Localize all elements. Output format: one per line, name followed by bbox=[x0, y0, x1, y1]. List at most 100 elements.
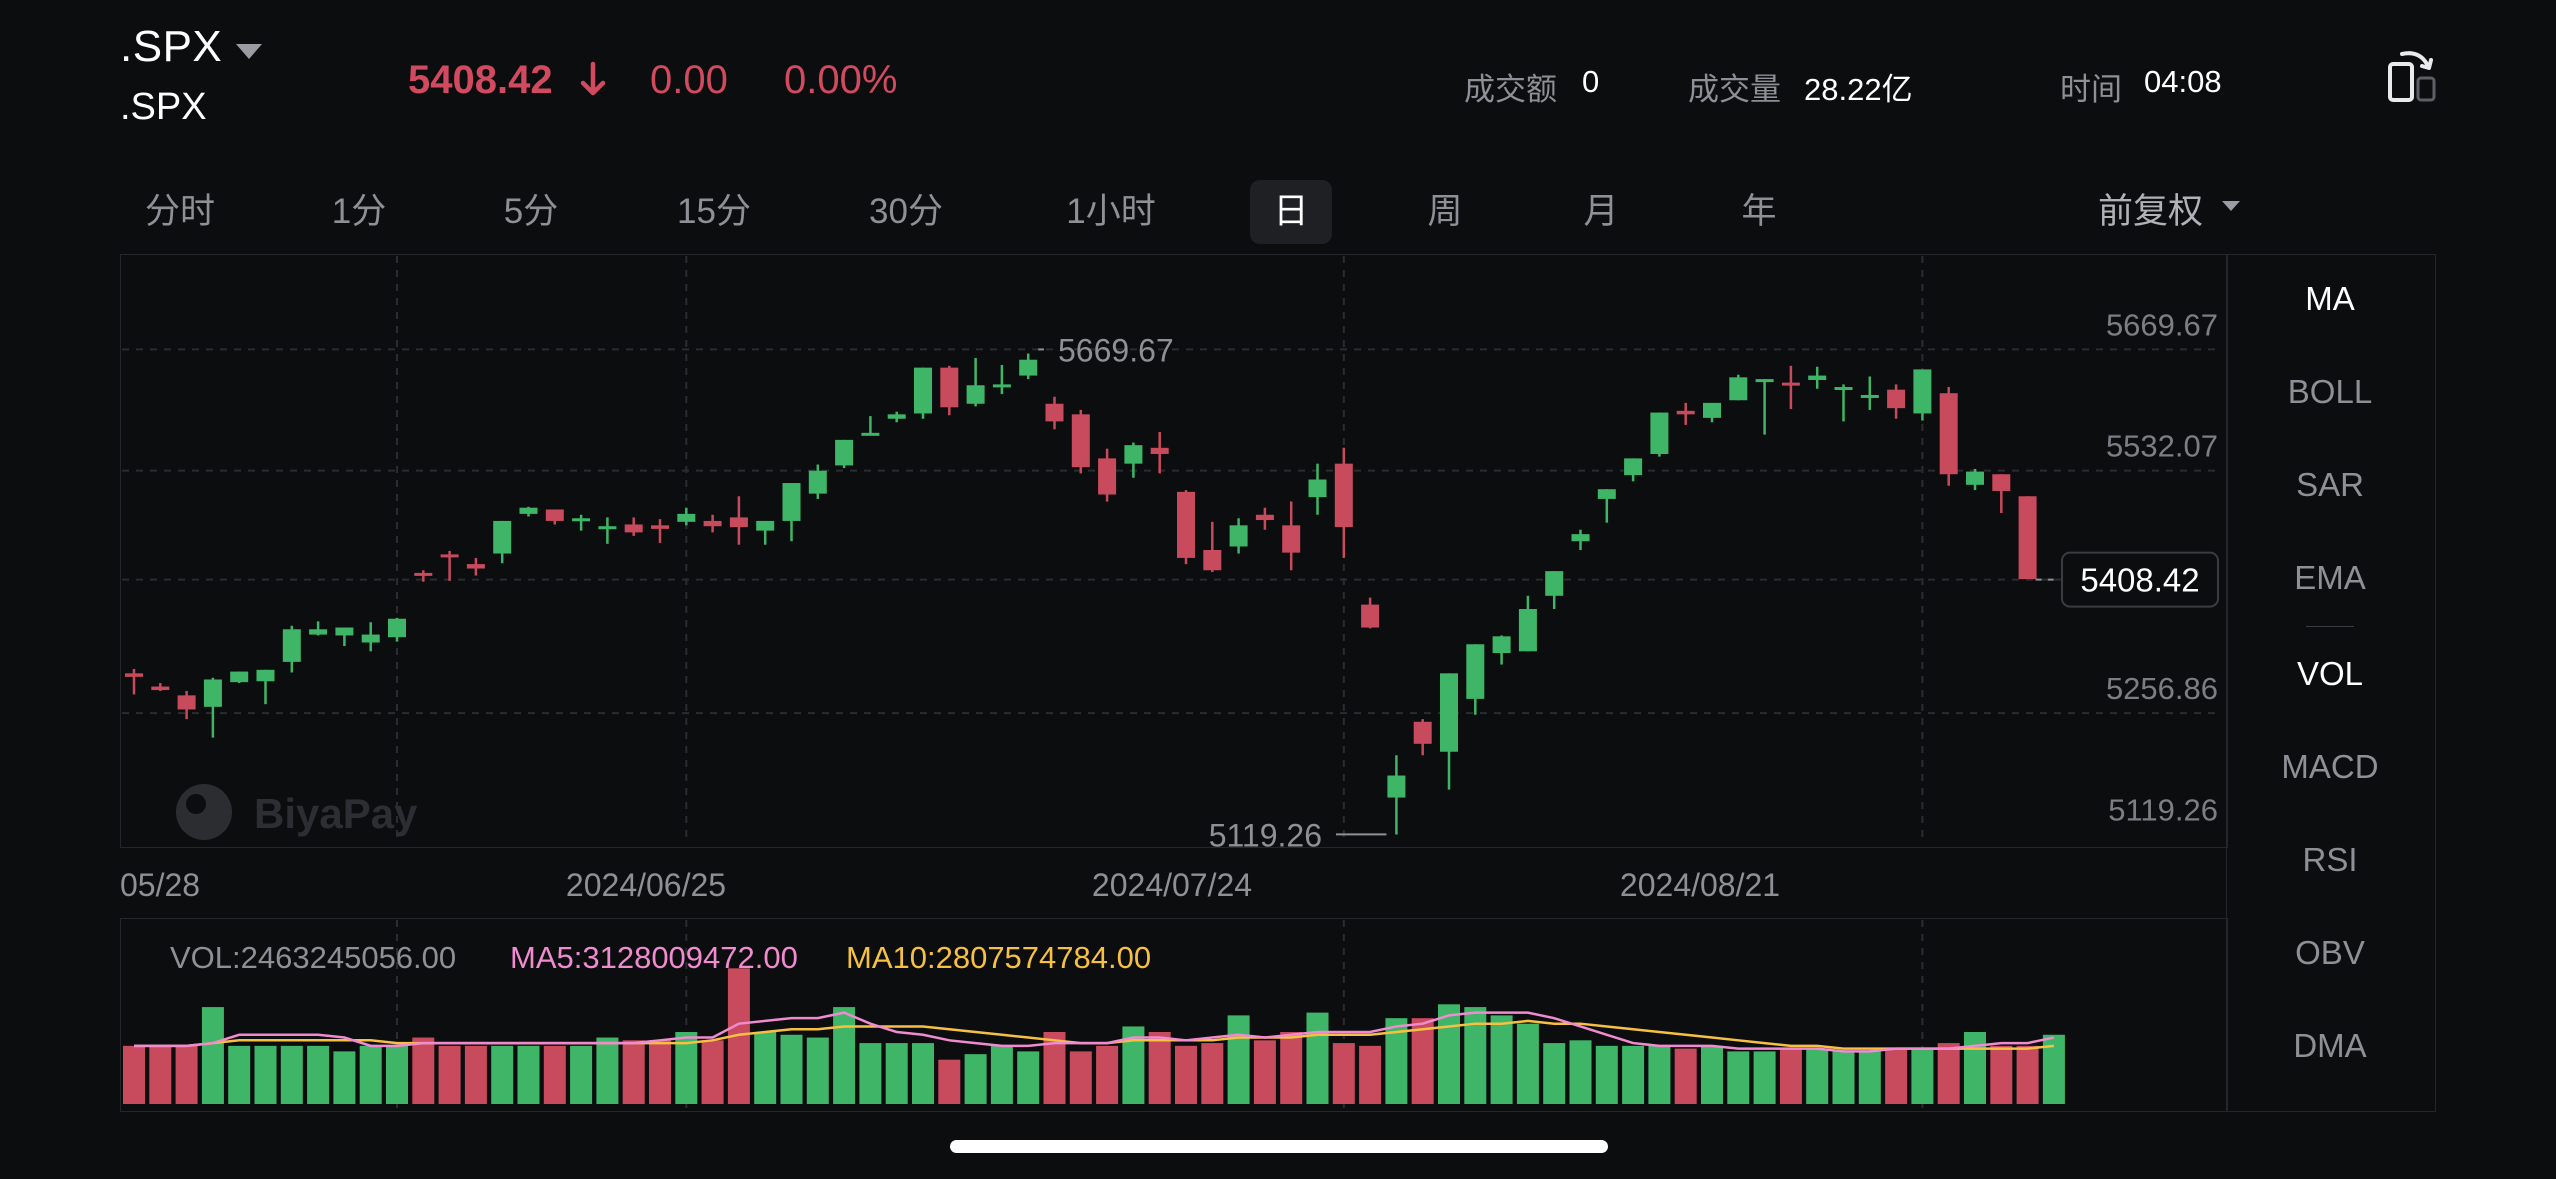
candle-body bbox=[1150, 447, 1169, 454]
volume-bar bbox=[833, 1007, 856, 1104]
volume-bar bbox=[1516, 1023, 1539, 1104]
candle-body bbox=[1466, 644, 1485, 699]
indicator-sar[interactable]: SAR bbox=[2228, 455, 2432, 515]
vol-legend-ma10: MA10:2807574784.00 bbox=[846, 940, 1152, 975]
volume-bar bbox=[570, 1045, 593, 1104]
candle-body bbox=[782, 483, 801, 521]
candle-body bbox=[651, 525, 669, 529]
candle-body bbox=[1755, 379, 1774, 383]
volume-bar bbox=[543, 1045, 566, 1104]
candle-body bbox=[151, 686, 170, 691]
candle-body bbox=[1808, 375, 1827, 380]
volume-bar bbox=[1253, 1040, 1276, 1104]
candle-body bbox=[1203, 550, 1222, 571]
volume-bar bbox=[964, 1054, 987, 1104]
volume-bar bbox=[1069, 1051, 1092, 1104]
candle-body bbox=[1676, 410, 1695, 415]
candle-body bbox=[1939, 393, 1958, 475]
candle-body bbox=[1071, 414, 1090, 468]
candle-body bbox=[1545, 571, 1564, 596]
last-price-tag-label: 5408.42 bbox=[2080, 562, 2199, 599]
volume-bar bbox=[333, 1051, 356, 1104]
low-marker-label: 5119.26 bbox=[1209, 817, 1322, 853]
candle-body bbox=[1387, 775, 1406, 798]
volume-bar bbox=[175, 1045, 198, 1104]
candle-body bbox=[914, 367, 932, 414]
candle-body bbox=[1229, 525, 1248, 547]
indicator-ema[interactable]: EMA bbox=[2228, 548, 2432, 608]
volume-bar bbox=[806, 1037, 829, 1104]
high-marker-label: 5669.67 bbox=[1058, 332, 1174, 368]
volume-bar bbox=[912, 1043, 934, 1104]
candle-body bbox=[1177, 491, 1195, 558]
volume-bar bbox=[1595, 1045, 1618, 1104]
indicator-vol[interactable]: VOL bbox=[2228, 644, 2432, 704]
x-axis-label: 2024/07/24 bbox=[1092, 867, 1252, 903]
indicator-ma[interactable]: MA bbox=[2228, 269, 2432, 329]
indicator-divider bbox=[2306, 626, 2354, 627]
volume-bar bbox=[596, 1037, 619, 1104]
vol-legend-value: VOL:2463245056.00 bbox=[170, 940, 457, 975]
candle-body bbox=[1966, 471, 1984, 485]
volume-bar bbox=[201, 1007, 224, 1104]
candle-body bbox=[230, 671, 249, 683]
candle-body bbox=[1334, 463, 1353, 528]
candle-body bbox=[2018, 496, 2037, 580]
volume-bar bbox=[1990, 1045, 2013, 1104]
volume-bar bbox=[1569, 1040, 1592, 1104]
y-axis-label: 5256.86 bbox=[2106, 671, 2218, 706]
candle-body bbox=[1834, 387, 1853, 391]
candle-body bbox=[1045, 403, 1064, 422]
candle-body bbox=[335, 627, 354, 636]
volume-bar bbox=[1201, 1043, 1224, 1104]
volume-bar bbox=[1701, 1045, 1723, 1104]
candle-body bbox=[861, 432, 880, 436]
volume-bar bbox=[280, 1045, 303, 1104]
volume-bar bbox=[1464, 1007, 1487, 1104]
volume-bar bbox=[438, 1045, 461, 1104]
candle-body bbox=[177, 695, 196, 710]
indicator-dma[interactable]: DMA bbox=[2228, 1016, 2432, 1076]
indicator-boll[interactable]: BOLL bbox=[2228, 362, 2432, 422]
volume-bar bbox=[517, 1045, 540, 1104]
volume-bar bbox=[386, 1045, 408, 1104]
indicator-rsi[interactable]: RSI bbox=[2228, 830, 2432, 890]
candle-body bbox=[598, 526, 617, 530]
candle-body bbox=[1650, 412, 1669, 454]
volume-bar bbox=[622, 1040, 645, 1104]
indicator-obv[interactable]: OBV bbox=[2228, 923, 2432, 983]
volume-bar bbox=[1280, 1032, 1303, 1104]
volume-bar bbox=[2042, 1034, 2065, 1104]
y-axis-label: 5532.07 bbox=[2106, 429, 2218, 464]
volume-bar bbox=[1359, 1045, 1382, 1104]
candle-body bbox=[1440, 673, 1458, 752]
candlestick-chart[interactable]: BiyaPay 5669.67 5532.07 5256.86 5119.26 5408… bbox=[0, 0, 2556, 1179]
volume-bar bbox=[990, 1045, 1013, 1104]
candle-body bbox=[493, 520, 512, 554]
candle-body bbox=[1781, 382, 1800, 386]
volume-bar bbox=[228, 1045, 251, 1104]
candle-body bbox=[703, 520, 722, 527]
candle-body bbox=[440, 554, 459, 558]
candle-body bbox=[466, 564, 485, 569]
volume-bar bbox=[701, 1040, 724, 1104]
volume-bar bbox=[1096, 1045, 1119, 1104]
candle-body bbox=[572, 518, 591, 522]
candle-body bbox=[1597, 489, 1616, 499]
candle-body bbox=[1518, 609, 1537, 652]
candle-body bbox=[624, 524, 643, 533]
volume-bar bbox=[1490, 1015, 1513, 1104]
volume-bar bbox=[1622, 1045, 1645, 1104]
candle-body bbox=[519, 507, 538, 514]
candle-body bbox=[1492, 636, 1511, 654]
volume-bar bbox=[1727, 1051, 1750, 1104]
volume-bar bbox=[123, 1045, 145, 1104]
y-axis-label: 5669.67 bbox=[2106, 307, 2218, 342]
indicator-macd[interactable]: MACD bbox=[2228, 737, 2432, 797]
candle-body bbox=[1361, 604, 1380, 628]
volume-bar bbox=[1832, 1051, 1855, 1104]
candle-body bbox=[729, 517, 748, 528]
volume-bar bbox=[359, 1045, 382, 1104]
candle-body bbox=[1913, 369, 1932, 414]
volume-bar bbox=[1885, 1048, 1908, 1104]
